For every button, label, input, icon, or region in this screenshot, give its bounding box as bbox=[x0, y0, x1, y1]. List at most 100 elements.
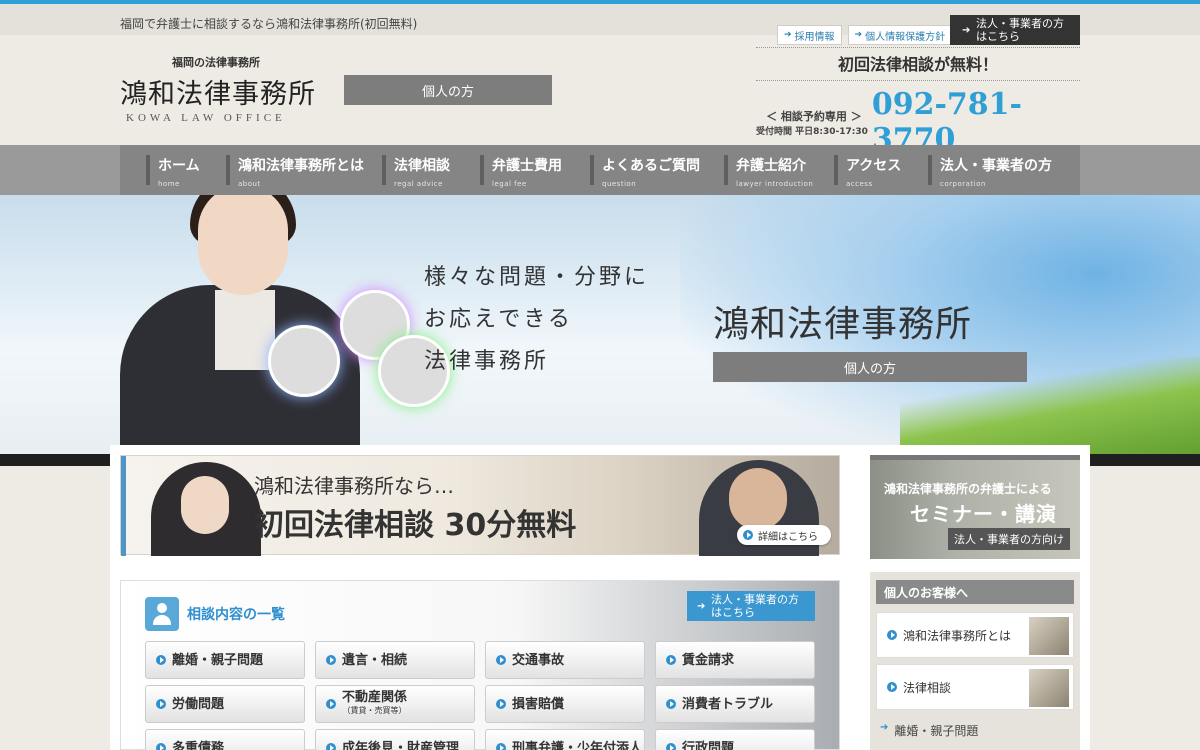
site-logo[interactable]: 福岡の法律事務所 鴻和法律事務所 KOWA LAW OFFICE bbox=[120, 54, 316, 124]
play-circle-icon bbox=[496, 655, 506, 665]
side-item-label: 鴻和法律事務所とは bbox=[903, 628, 1012, 643]
side-panel-title: 個人のお客様へ bbox=[876, 580, 1074, 604]
nav-sublabel: home bbox=[158, 180, 180, 188]
corp-blue-line2: はこちら bbox=[711, 606, 755, 619]
consult-item[interactable]: 賃金請求 bbox=[655, 641, 815, 679]
hero-woman-photo bbox=[120, 195, 450, 457]
arrow-right-icon: ➔ bbox=[784, 30, 792, 40]
corp-blue-line1: 法人・事業者の方 bbox=[711, 593, 799, 606]
free-banner-line2: 初回法律相談 30分無料 bbox=[254, 508, 577, 543]
nav-sublabel: legal fee bbox=[492, 180, 527, 188]
nav-label: アクセス bbox=[846, 158, 902, 174]
detail-label: 詳細はこちら bbox=[758, 531, 818, 543]
nav-sublabel: regal advice bbox=[394, 180, 443, 188]
side-item-advice[interactable]: 法律相談 bbox=[876, 664, 1074, 710]
nav-label: よくあるご質問 bbox=[602, 158, 700, 174]
consult-item[interactable]: 消費者トラブル bbox=[655, 685, 815, 723]
nav-sublabel: corporation bbox=[940, 180, 986, 188]
utility-links: ➔ 採用情報 ➔ 個人情報保護方針 bbox=[777, 25, 953, 45]
play-circle-icon bbox=[326, 655, 336, 665]
consult-item[interactable]: 刑事弁護・少年付添人 bbox=[485, 729, 645, 750]
arrow-right-icon: ➔ bbox=[697, 601, 706, 612]
nav-item-home[interactable]: ホーム home bbox=[146, 145, 226, 195]
corporate-button-line2: はこちら bbox=[976, 30, 1020, 43]
hero-copy-line: 様々な問題・分野に bbox=[424, 265, 650, 290]
consult-info: 初回法律相談が無料！ ＜ 相談予約専用 ＞ 受付時間 平日8:30-17:30 … bbox=[756, 46, 1080, 157]
seminar-line1: 鴻和法律事務所の弁護士による bbox=[884, 482, 1052, 496]
hero-personal-tab: 個人の方 bbox=[713, 352, 1027, 382]
play-circle-icon bbox=[156, 655, 166, 665]
play-circle-icon bbox=[496, 743, 506, 750]
nav-item-corporation[interactable]: 法人・事業者の方 corporation bbox=[928, 145, 1068, 195]
nav-item-advice[interactable]: 法律相談 regal advice bbox=[382, 145, 480, 195]
personal-tab[interactable]: 個人の方 bbox=[344, 75, 552, 105]
arrow-right-icon: ➔ bbox=[880, 722, 889, 733]
play-circle-icon bbox=[666, 655, 676, 665]
seminar-line2: セミナー・講演 bbox=[910, 502, 1057, 526]
play-circle-icon bbox=[887, 682, 897, 692]
consult-item[interactable]: 離婚・親子問題 bbox=[145, 641, 305, 679]
woman-photo bbox=[151, 462, 261, 556]
thumbnail-image bbox=[1029, 669, 1069, 707]
recruit-link-label: 採用情報 bbox=[794, 31, 835, 43]
nav-sublabel: about bbox=[238, 180, 261, 188]
consult-item[interactable]: 交通事故 bbox=[485, 641, 645, 679]
privacy-policy-link[interactable]: ➔ 個人情報保護方針 bbox=[847, 25, 953, 45]
consultation-list-panel: 相談内容の一覧 ➔ 法人・事業者の方 はこちら 離婚・親子問題 遺言・相続 交通… bbox=[120, 580, 840, 750]
play-circle-icon bbox=[887, 630, 897, 640]
side-item-about[interactable]: 鴻和法律事務所とは bbox=[876, 612, 1074, 658]
play-circle-icon bbox=[666, 743, 676, 750]
site-tagline: 福岡で弁護士に相談するなら鴻和法律事務所(初回無料) bbox=[120, 17, 418, 31]
side-item-label: 法律相談 bbox=[903, 680, 952, 695]
hero-banner: 様々な問題・分野に お応えできる 法律事務所 鴻和法律事務所 個人の方 bbox=[0, 195, 1200, 457]
free-consult-text: 初回法律相談が無料！ bbox=[756, 47, 1080, 81]
hero-title: 鴻和法律事務所 bbox=[713, 304, 973, 345]
seminar-banner[interactable]: 鴻和法律事務所の弁護士による セミナー・講演 法人・事業者の方向け bbox=[870, 455, 1080, 559]
consult-item[interactable]: 成年後見・財産管理 bbox=[315, 729, 475, 750]
consult-item[interactable]: 損害賠償 bbox=[485, 685, 645, 723]
thumbnail-image bbox=[1029, 617, 1069, 655]
free-banner-detail-button[interactable]: 詳細はこちら bbox=[737, 525, 831, 545]
global-nav: ホーム home 鴻和法律事務所とは about 法律相談 regal advice … bbox=[120, 145, 1080, 195]
play-circle-icon bbox=[743, 530, 753, 540]
nav-item-about[interactable]: 鴻和法律事務所とは about bbox=[226, 145, 382, 195]
hero-copy: 様々な問題・分野に お応えできる 法律事務所 bbox=[424, 257, 649, 383]
play-circle-icon bbox=[156, 699, 166, 709]
consult-item[interactable]: 不動産関係 （賃貸・売買等） bbox=[315, 685, 475, 723]
nav-label: 鴻和法律事務所とは bbox=[238, 158, 364, 174]
nav-sublabel: lawyer introduction bbox=[736, 180, 814, 188]
nav-label: 法人・事業者の方 bbox=[940, 158, 1052, 174]
consult-item[interactable]: 多重債務 bbox=[145, 729, 305, 750]
play-circle-icon bbox=[326, 743, 336, 750]
logo-english: KOWA LAW OFFICE bbox=[126, 112, 286, 124]
person-icon bbox=[145, 597, 179, 631]
play-circle-icon bbox=[666, 699, 676, 709]
nav-label: 弁護士費用 bbox=[492, 158, 562, 174]
arrow-right-icon: ➔ bbox=[962, 25, 971, 36]
panel-title: 相談内容の一覧 bbox=[187, 607, 285, 623]
corporate-button-line1: 法人・事業者の方 bbox=[976, 17, 1064, 30]
seminar-line3: 法人・事業者の方向け bbox=[948, 528, 1070, 550]
business-hours: 受付時間 平日8:30-17:30 bbox=[756, 126, 868, 137]
recruit-link[interactable]: ➔ 採用情報 bbox=[777, 25, 842, 45]
side-subitem-divorce[interactable]: ➔ 離婚・親子問題 bbox=[880, 722, 978, 739]
consult-item[interactable]: 労働問題 bbox=[145, 685, 305, 723]
play-circle-icon bbox=[156, 743, 166, 750]
nav-item-faq[interactable]: よくあるご質問 question bbox=[590, 145, 724, 195]
corporate-button[interactable]: ➔ 法人・事業者の方 はこちら bbox=[950, 15, 1080, 45]
side-panel-personal: 個人のお客様へ 鴻和法律事務所とは 法律相談 ➔ 離婚・親子問題 bbox=[870, 572, 1080, 750]
free-banner-line1: 鴻和法律事務所なら… bbox=[254, 474, 454, 498]
nav-item-lawyers[interactable]: 弁護士紹介 lawyer introduction bbox=[724, 145, 834, 195]
nav-label: ホーム bbox=[158, 158, 200, 174]
free-consult-banner[interactable]: 鴻和法律事務所なら… 初回法律相談 30分無料 詳細はこちら bbox=[120, 455, 840, 556]
consult-item[interactable]: 行政問題 bbox=[655, 729, 815, 750]
side-subitem-label: 離婚・親子問題 bbox=[894, 724, 979, 738]
reservation-label: ＜ 相談予約専用 ＞ bbox=[766, 109, 862, 123]
nav-item-fee[interactable]: 弁護士費用 legal fee bbox=[480, 145, 590, 195]
nav-item-access[interactable]: アクセス access bbox=[834, 145, 928, 195]
play-circle-icon bbox=[496, 699, 506, 709]
consult-item[interactable]: 遺言・相続 bbox=[315, 641, 475, 679]
arrow-right-icon: ➔ bbox=[854, 30, 863, 40]
corporate-button-blue[interactable]: ➔ 法人・事業者の方 はこちら bbox=[687, 591, 815, 621]
logo-title: 鴻和法律事務所 bbox=[120, 79, 316, 110]
